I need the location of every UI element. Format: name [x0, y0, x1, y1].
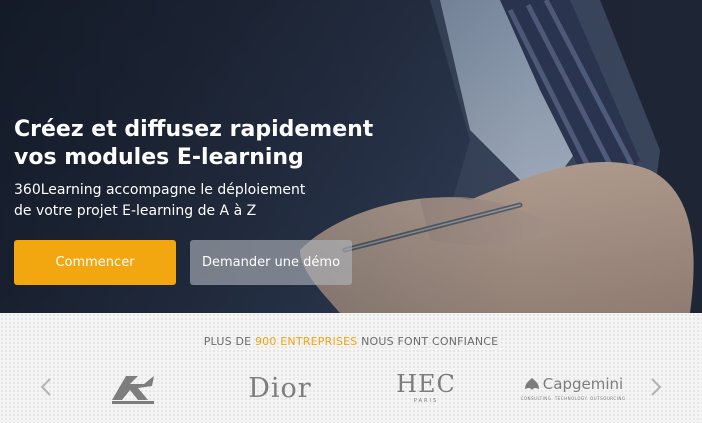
subtitle-line-1: 360Learning accompagne le déploiement: [14, 182, 306, 198]
carousel-prev-button[interactable]: [36, 373, 56, 401]
capgemini-logo-sub: CONSULTING. TECHNOLOGY. OUTSOURCING: [520, 396, 626, 401]
start-button[interactable]: Commencer: [14, 240, 176, 285]
trust-heading-highlight: 900 ENTREPRISES: [254, 335, 358, 348]
hec-logo-sub: PARIS: [413, 398, 439, 404]
trust-heading-prefix: PLUS DE: [203, 335, 255, 348]
hero-banner: Créez et diffusez rapidement vos modules…: [0, 0, 702, 313]
dior-logo: Dior: [248, 372, 312, 404]
chevron-right-icon: [651, 378, 662, 396]
hero-subtitle: 360Learning accompagne le déploiement de…: [14, 180, 374, 222]
request-demo-button[interactable]: Demander une démo: [190, 240, 352, 285]
trust-heading-suffix: NOUS FONT CONFIANCE: [357, 335, 499, 348]
carousel-next-button[interactable]: [646, 373, 666, 401]
headline-line-2: vos modules E-learning: [14, 145, 304, 170]
capgemini-logo: Capgemini CONSULTING. TECHNOLOGY. OUTSOU…: [512, 368, 634, 408]
hec-logo-main: HEC: [396, 370, 456, 398]
hec-logo: HEC PARIS: [386, 368, 466, 408]
capgemini-logo-row: Capgemini: [523, 375, 623, 393]
trust-heading: PLUS DE 900 ENTREPRISES NOUS FONT CONFIA…: [0, 335, 702, 348]
subtitle-line-2: de votre projet E-learning de A à Z: [14, 203, 257, 219]
hero-headline: Créez et diffusez rapidement vos modules…: [14, 116, 434, 172]
capgemini-spade-icon: [524, 378, 539, 390]
chevron-left-icon: [40, 378, 51, 396]
capgemini-logo-main: Capgemini: [542, 375, 624, 393]
credit-agricole-icon: [112, 376, 154, 404]
headline-line-1: Créez et diffusez rapidement: [14, 117, 374, 142]
client-logos-section: PLUS DE 900 ENTREPRISES NOUS FONT CONFIA…: [0, 313, 702, 423]
credit-agricole-logo: [104, 368, 162, 408]
